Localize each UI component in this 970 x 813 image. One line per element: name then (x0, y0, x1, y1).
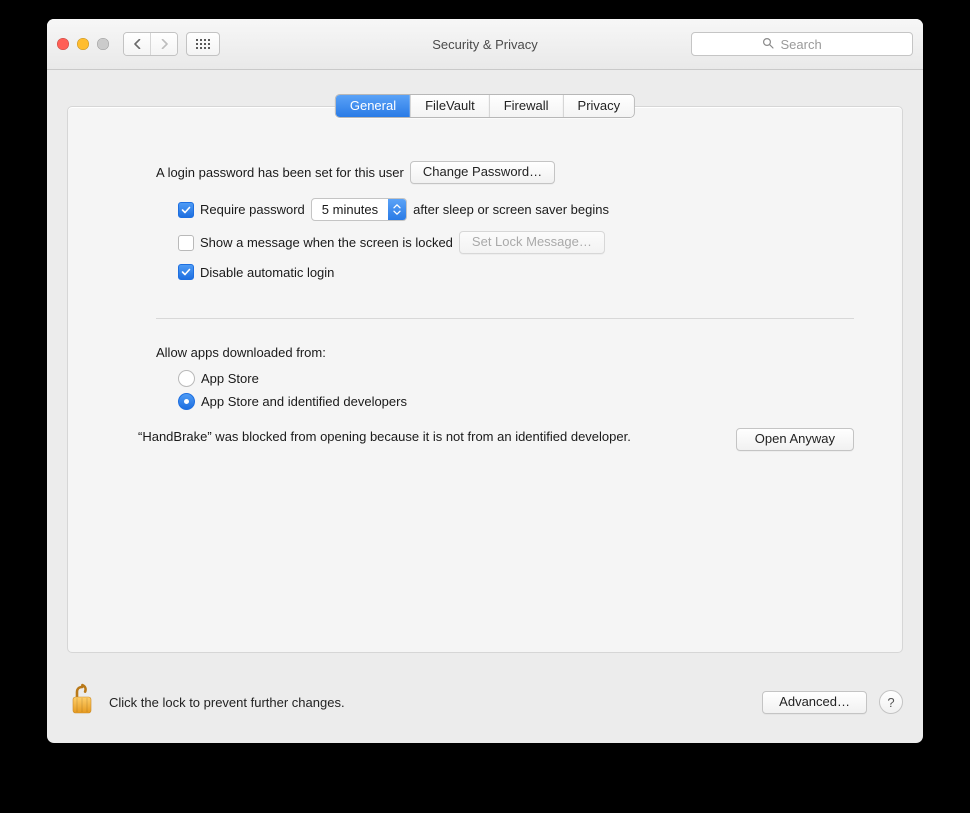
minimize-window-button[interactable] (77, 38, 89, 50)
help-button[interactable]: ? (879, 690, 903, 714)
require-password-checkbox[interactable] (178, 202, 194, 218)
forward-button[interactable] (150, 33, 177, 55)
allow-appstore-radio[interactable] (178, 370, 195, 387)
require-password-delay-popup[interactable]: 5 minutes (311, 198, 407, 221)
tab-bar: General FileVault Firewall Privacy (335, 94, 635, 118)
allow-appstore-identified-label: App Store and identified developers (201, 394, 407, 409)
preferences-window: Security & Privacy General FileVault Fir… (47, 19, 923, 743)
change-password-button[interactable]: Change Password… (410, 161, 555, 184)
window-body: General FileVault Firewall Privacy A log… (47, 70, 923, 743)
tab-general[interactable]: General (336, 95, 410, 117)
search-icon (762, 37, 774, 52)
section-divider (156, 318, 854, 319)
close-window-button[interactable] (57, 38, 69, 50)
footer: Click the lock to prevent further change… (67, 677, 903, 727)
require-password-delay-value: 5 minutes (312, 200, 388, 219)
allow-appstore-label: App Store (201, 371, 259, 386)
window-controls (57, 38, 109, 50)
show-lock-message-checkbox[interactable] (178, 235, 194, 251)
disable-auto-login-label: Disable automatic login (200, 265, 334, 280)
lock-description: Click the lock to prevent further change… (109, 695, 750, 710)
tab-filevault[interactable]: FileVault (410, 95, 489, 117)
settings-panel: A login password has been set for this u… (67, 106, 903, 653)
back-button[interactable] (124, 33, 150, 55)
popup-arrows-icon (388, 199, 406, 220)
require-password-suffix: after sleep or screen saver begins (413, 202, 609, 217)
nav-buttons (123, 32, 178, 56)
show-lock-message-label: Show a message when the screen is locked (200, 235, 453, 250)
titlebar: Security & Privacy (47, 19, 923, 70)
lock-icon[interactable] (67, 683, 97, 722)
set-lock-message-button[interactable]: Set Lock Message… (459, 231, 605, 254)
login-password-intro: A login password has been set for this u… (156, 165, 404, 180)
search-input[interactable] (779, 36, 843, 53)
blocked-app-message: “HandBrake” was blocked from opening bec… (138, 428, 720, 446)
disable-auto-login-checkbox[interactable] (178, 264, 194, 280)
search-field-container[interactable] (691, 32, 913, 56)
allow-appstore-identified-radio[interactable] (178, 393, 195, 410)
zoom-window-button[interactable] (97, 38, 109, 50)
allow-apps-heading: Allow apps downloaded from: (156, 345, 854, 360)
tab-privacy[interactable]: Privacy (563, 95, 635, 117)
advanced-button[interactable]: Advanced… (762, 691, 867, 714)
show-all-button[interactable] (186, 32, 220, 56)
open-anyway-button[interactable]: Open Anyway (736, 428, 854, 451)
tab-firewall[interactable]: Firewall (489, 95, 563, 117)
require-password-label: Require password (200, 202, 305, 217)
